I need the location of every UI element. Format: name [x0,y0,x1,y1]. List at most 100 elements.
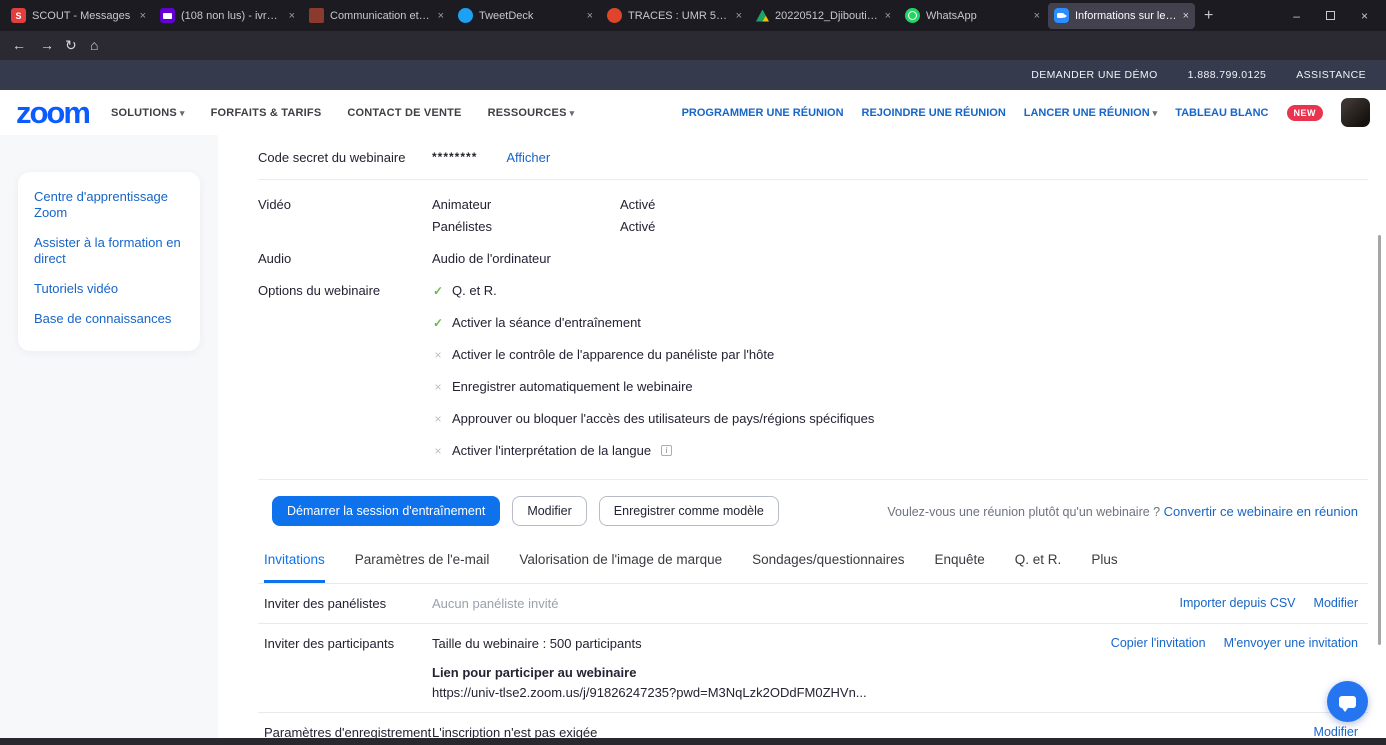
video-panelists-name: Panélistes [432,219,620,234]
save-as-template-button[interactable]: Enregistrer comme modèle [599,496,779,526]
browser-toolbar: ← → ↻ ⌂ ⇄ https://zoom.us/webinar/918262… [0,31,1386,60]
chat-button[interactable] [1327,681,1368,722]
tab-polls[interactable]: Sondages/questionnaires [752,552,904,583]
show-passcode-link[interactable]: Afficher [506,150,550,165]
forward-icon[interactable]: → [40,35,54,55]
assistance-link[interactable]: ASSISTANCE [1296,69,1366,81]
close-icon[interactable]: × [885,10,891,22]
scrollbar[interactable] [1378,235,1381,645]
browser-tab-webinar-active[interactable]: Informations sur le webinaire × [1048,3,1195,29]
join-link-title: Lien pour participer au webinaire [432,665,867,680]
main-content: Code secret du webinaire ******** Affich… [218,135,1386,738]
option-qa: ✓ Q. et R. [432,283,874,298]
new-badge: NEW [1287,105,1324,121]
nav-contact-sales[interactable]: CONTACT DE VENTE [347,107,461,119]
tab-branding[interactable]: Valorisation de l'image de marque [519,552,722,583]
sidebar-link-knowledge-base[interactable]: Base de connaissances [34,311,184,327]
minimize-button[interactable]: – [1293,9,1300,23]
drive-favicon [756,10,769,22]
learning-links-card: Centre d'apprentissage Zoom Assister à l… [18,172,200,351]
close-icon[interactable]: × [1034,10,1040,22]
x-icon: × [432,348,444,362]
window-close-button[interactable]: × [1361,9,1368,23]
edit-panelists-link[interactable]: Modifier [1314,596,1358,611]
bottom-strip [0,738,1386,745]
tab-more[interactable]: Plus [1091,552,1117,583]
whiteboard-link[interactable]: TABLEAU BLANC [1175,107,1268,119]
sidebar-link-video-tutorials[interactable]: Tutoriels vidéo [34,281,184,297]
tab-title: TweetDeck [479,10,581,22]
option-interpretation: × Activer l'interprétation de la langue … [432,443,874,458]
info-icon[interactable]: i [661,445,672,456]
close-icon[interactable]: × [140,10,146,22]
option-panelist-appearance: × Activer le contrôle de l'apparence du … [432,347,874,362]
phone-number: 1.888.799.0125 [1188,69,1267,81]
audio-row: Audio Audio de l'ordinateur [258,234,1368,266]
close-icon[interactable]: × [736,10,742,22]
main-nav: SOLUTIONS▾ FORFAITS & TARIFS CONTACT DE … [111,107,574,119]
tab-qa[interactable]: Q. et R. [1015,552,1062,583]
sidebar: Centre d'apprentissage Zoom Assister à l… [0,135,218,738]
page-tabs: Invitations Paramètres de l'e-mail Valor… [258,540,1368,584]
video-host-line: Animateur Activé [432,197,655,212]
option-text: Q. et R. [452,283,497,298]
window-controls: – × [1293,9,1386,23]
sidebar-link-learning-center[interactable]: Centre d'apprentissage Zoom [34,189,184,221]
nav-plans-pricing[interactable]: FORFAITS & TARIFS [211,107,322,119]
browser-tab-mail[interactable]: (108 non lus) - ivrel001@yaho × [154,3,301,29]
option-geo-access: × Approuver ou bloquer l'accès des utili… [432,411,874,426]
chevron-down-icon: ▾ [180,108,185,118]
zoom-favicon [1054,8,1069,23]
check-icon: ✓ [432,316,444,330]
browser-tab-communication[interactable]: Communication et diffusion × [303,3,450,29]
video-settings: Animateur Activé Panélistes Activé [432,197,655,234]
join-meeting-link[interactable]: REJOINDRE UNE RÉUNION [862,107,1006,119]
browser-tab-scout[interactable]: S SCOUT - Messages × [5,3,152,29]
whatsapp-favicon [905,8,920,23]
close-icon[interactable]: × [438,10,444,22]
host-meeting-link[interactable]: LANCER UNE RÉUNION▾ [1024,107,1157,119]
traces-favicon [607,8,622,23]
browser-tab-whatsapp[interactable]: WhatsApp × [899,3,1046,29]
convert-webinar-link[interactable]: Convertir ce webinaire en réunion [1164,504,1358,519]
nav-solutions[interactable]: SOLUTIONS▾ [111,107,185,119]
avatar[interactable] [1341,98,1370,127]
nav-resources[interactable]: RESSOURCES▾ [488,107,575,119]
video-label: Vidéo [258,197,432,234]
zoom-logo[interactable]: zoom [16,98,89,128]
join-link-url: https://univ-tlse2.zoom.us/j/91826247235… [432,685,867,700]
option-auto-record: × Enregistrer automatiquement le webinai… [432,379,874,394]
close-icon[interactable]: × [587,10,593,22]
back-icon[interactable]: ← [12,35,26,55]
site-header: zoom SOLUTIONS▾ FORFAITS & TARIFS CONTAC… [0,90,1386,135]
request-demo-link[interactable]: DEMANDER UNE DÉMO [1031,69,1157,81]
options-list: ✓ Q. et R. ✓ Activer la séance d'entraîn… [432,283,874,475]
options-label: Options du webinaire [258,283,432,475]
tab-title: 20220512_Djibouti_PSPCA - G [775,10,879,22]
convert-prompt: Voulez-vous une réunion plutôt qu'un web… [887,504,1358,519]
close-icon[interactable]: × [1183,10,1189,22]
import-csv-link[interactable]: Importer depuis CSV [1180,596,1296,611]
x-icon: × [432,444,444,458]
start-practice-session-button[interactable]: Démarrer la session d'entraînement [272,496,500,526]
reload-icon[interactable]: ↻ [65,35,77,55]
tab-email-settings[interactable]: Paramètres de l'e-mail [355,552,490,583]
home-icon[interactable]: ⌂ [90,35,98,55]
sidebar-link-live-training[interactable]: Assister à la formation en direct [34,235,184,267]
site-topbar: DEMANDER UNE DÉMO 1.888.799.0125 ASSISTA… [0,60,1386,90]
schedule-meeting-link[interactable]: PROGRAMMER UNE RÉUNION [682,107,844,119]
maximize-button[interactable] [1326,11,1335,20]
browser-tab-drive[interactable]: 20220512_Djibouti_PSPCA - G × [750,3,897,29]
close-icon[interactable]: × [289,10,295,22]
option-text: Activer la séance d'entraînement [452,315,641,330]
new-tab-button[interactable]: + [1204,7,1213,25]
invite-panelists-value: Aucun panéliste invité [432,596,558,611]
edit-button[interactable]: Modifier [512,496,586,526]
browser-tab-tweetdeck[interactable]: TweetDeck × [452,3,599,29]
browser-tab-traces[interactable]: TRACES : UMR 5608 × [601,3,748,29]
option-text: Activer l'interprétation de la langue [452,443,651,458]
copy-invitation-link[interactable]: Copier l'invitation [1111,636,1206,700]
tab-survey[interactable]: Enquête [935,552,985,583]
option-practice-session: ✓ Activer la séance d'entraînement [432,315,874,330]
tab-invitations[interactable]: Invitations [264,552,325,583]
